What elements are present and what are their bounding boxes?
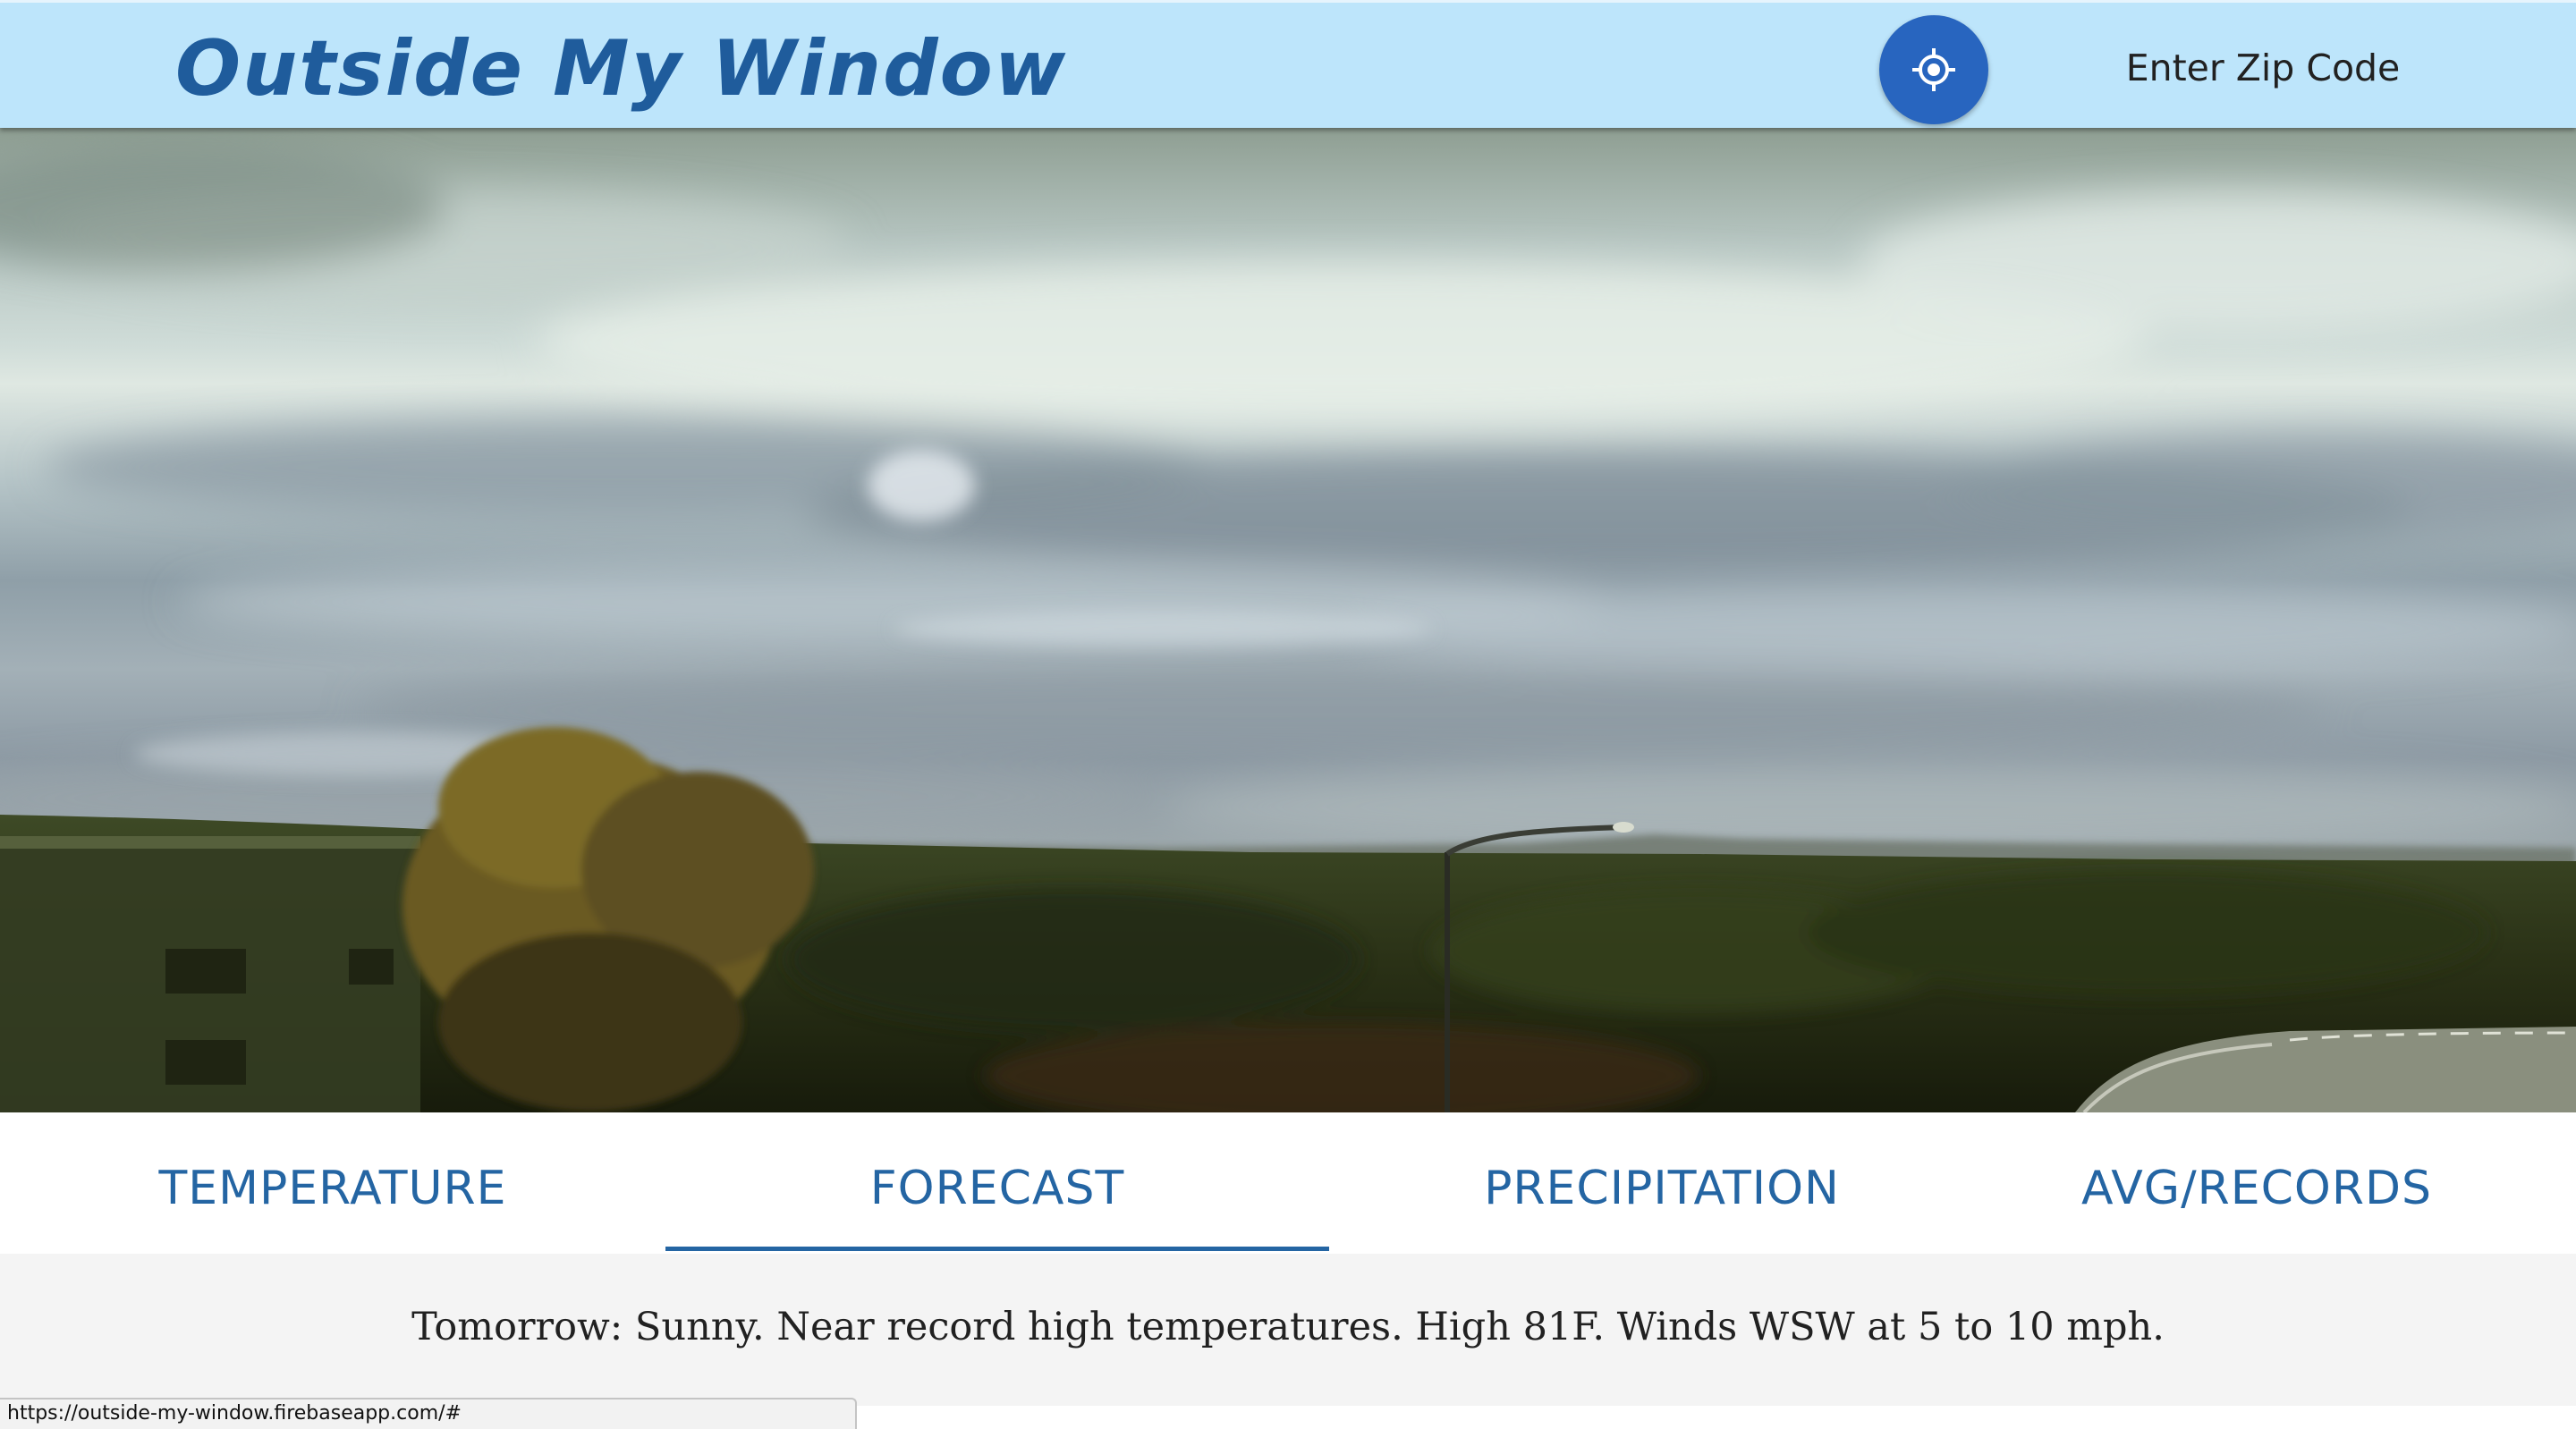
app-logo[interactable]: Outside My Window [175,22,1067,115]
locate-me-button[interactable] [1879,15,1988,124]
forecast-text: Tomorrow: Sunny. Near record high temper… [411,1305,2165,1349]
browser-status-url: https://outside-my-window.firebaseapp.co… [0,1398,857,1429]
tab-bar: TEMPERATURE FORECAST PRECIPITATION AVG/R… [0,1123,2576,1254]
forecast-panel: Tomorrow: Sunny. Near record high temper… [0,1254,2576,1406]
crosshair-gps-icon [1911,47,1957,93]
active-tab-indicator [665,1247,1329,1251]
tab-precipitation[interactable]: PRECIPITATION [1329,1123,1995,1254]
webcam-image [0,128,2576,1112]
tab-forecast[interactable]: FORECAST [665,1123,1329,1254]
tab-avg-records[interactable]: AVG/RECORDS [1937,1123,2576,1254]
zip-code-input[interactable] [2084,37,2442,99]
app-header: Outside My Window [0,0,2576,128]
tab-temperature[interactable]: TEMPERATURE [0,1123,665,1254]
